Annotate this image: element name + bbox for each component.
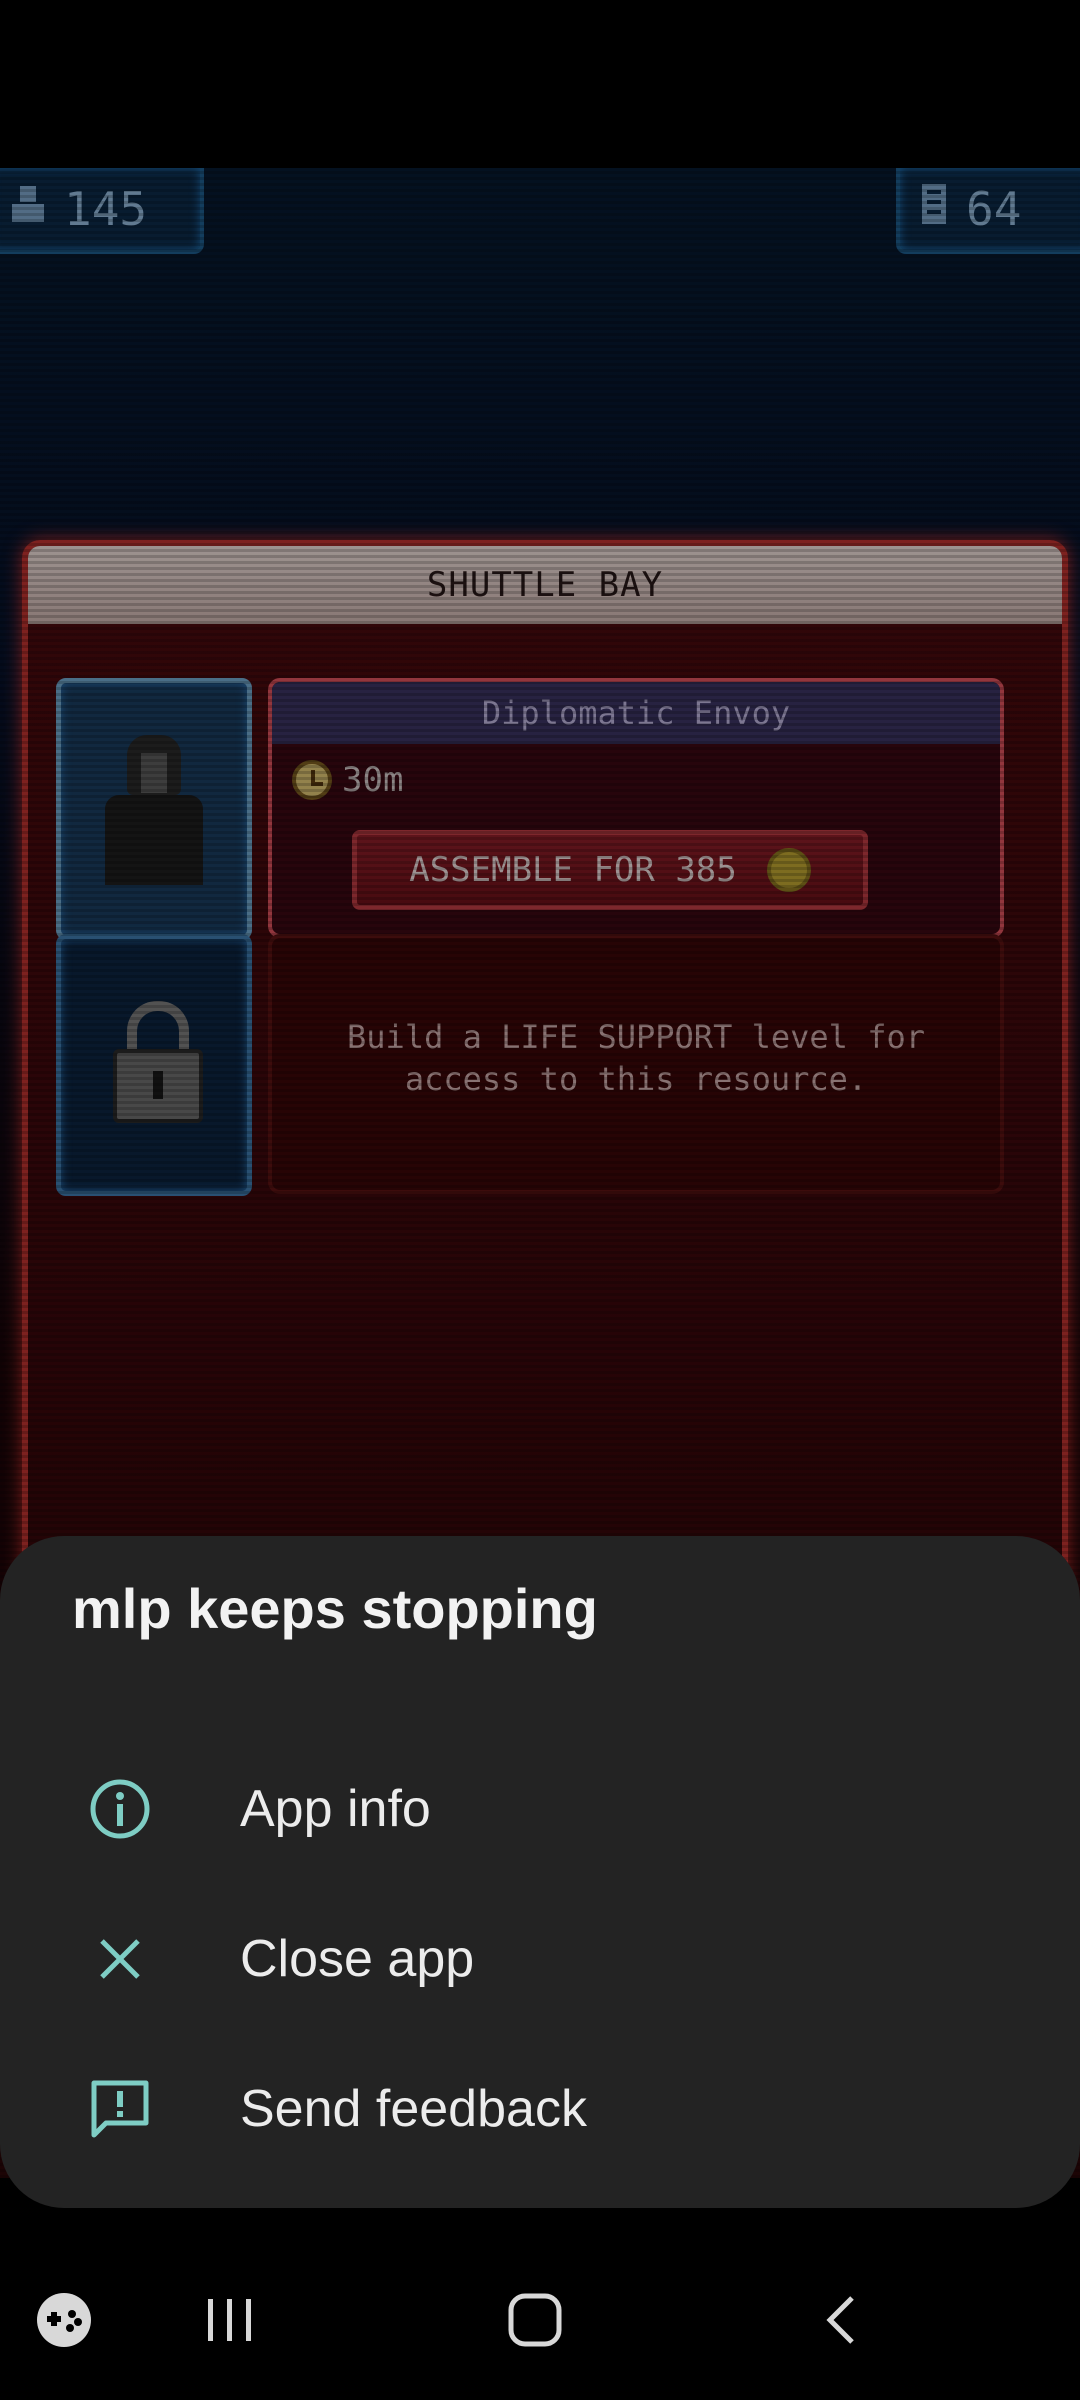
feedback-icon <box>0 2077 240 2141</box>
envoy-slot: Diplomatic Envoy 30m ASSEMBLE FOR 385 <box>268 678 1004 938</box>
assemble-button[interactable]: ASSEMBLE FOR 385 <box>352 830 868 910</box>
system-navigation-bar <box>0 2240 1080 2400</box>
envoy-name: Diplomatic Envoy <box>272 682 1000 744</box>
rooms-counter[interactable]: 64 <box>896 168 1080 254</box>
clock-icon <box>292 760 332 800</box>
timer-row: 30m <box>292 760 403 800</box>
locked-message-line2: access to this resource. <box>404 1060 868 1098</box>
info-icon <box>0 1777 240 1841</box>
close-app-option[interactable]: Close app <box>0 1884 1080 2034</box>
locked-message: Build a LIFE SUPPORT level for access to… <box>272 1016 1000 1100</box>
app-info-option[interactable]: App info <box>0 1734 1080 1884</box>
send-feedback-label: Send feedback <box>240 2080 587 2138</box>
envoy-portrait[interactable] <box>56 678 252 940</box>
crash-dialog: mlp keeps stopping App info Close app Se… <box>0 1536 1080 2208</box>
close-icon <box>0 1935 240 1983</box>
locked-message-line1: Build a LIFE SUPPORT level for <box>347 1018 925 1056</box>
panel-title: SHUTTLE BAY <box>28 546 1062 624</box>
building-icon <box>920 182 948 236</box>
coin-icon <box>766 848 811 892</box>
app-info-label: App info <box>240 1780 431 1838</box>
recents-icon[interactable] <box>190 2280 270 2360</box>
send-feedback-option[interactable]: Send feedback <box>0 2034 1080 2184</box>
crew-counter[interactable]: 145 <box>0 168 204 254</box>
rooms-count: 64 <box>966 182 1022 236</box>
home-icon[interactable] <box>495 2280 575 2360</box>
game-launcher-icon[interactable] <box>24 2280 104 2360</box>
dialog-title: mlp keeps stopping <box>72 1577 598 1640</box>
close-app-label: Close app <box>240 1930 475 1988</box>
person-icon <box>10 184 46 234</box>
hooded-figure-icon <box>99 735 209 885</box>
timer-value: 30m <box>342 760 404 800</box>
crew-count: 145 <box>64 182 148 236</box>
assemble-label: ASSEMBLE FOR 385 <box>409 850 737 890</box>
locked-slot-icon[interactable] <box>56 934 252 1196</box>
back-icon[interactable] <box>800 2280 880 2360</box>
locked-slot: Build a LIFE SUPPORT level for access to… <box>268 934 1004 1194</box>
